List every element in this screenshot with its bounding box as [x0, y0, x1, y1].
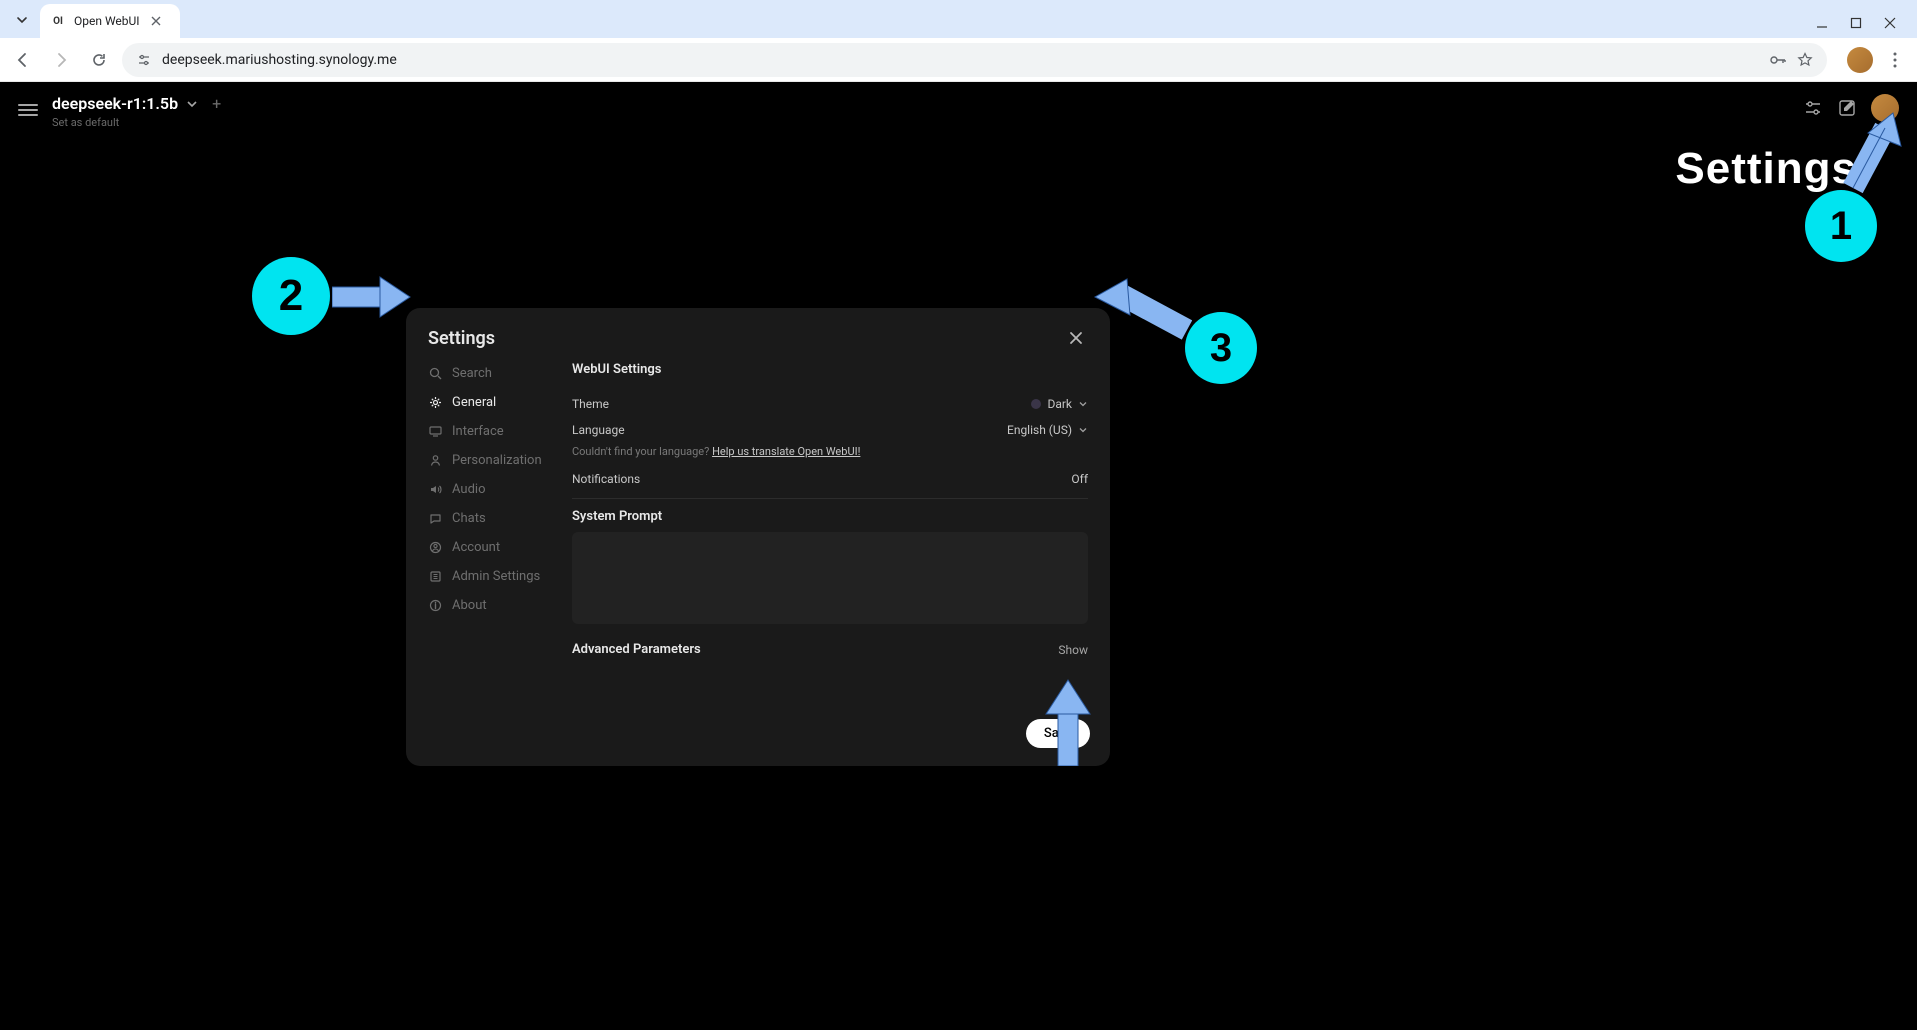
sidebar-toggle-icon[interactable] [18, 100, 38, 120]
model-selector: deepseek-r1:1.5b + Set as default [52, 94, 221, 129]
annotation-badge-3: 3 [1185, 312, 1257, 384]
close-icon[interactable] [1064, 326, 1088, 350]
nav-item-account[interactable]: Account [428, 538, 552, 557]
settings-nav: Search General Interface Personalization… [428, 360, 552, 705]
language-hint: Couldn't find your language? Help us tra… [572, 445, 1088, 458]
speaker-icon [428, 482, 443, 497]
tab-favicon-icon: OI [50, 13, 66, 29]
nav-label: Chats [452, 511, 486, 526]
window-controls [1815, 16, 1909, 38]
advanced-row: Advanced Parameters Show [572, 642, 1088, 657]
controls-icon[interactable] [1803, 98, 1823, 118]
browser-tab-strip: OI Open WebUI [0, 0, 1917, 38]
url-text: deepseek.mariushosting.synology.me [162, 52, 397, 68]
nav-label: Interface [452, 424, 504, 439]
chevron-down-icon [1078, 425, 1088, 435]
theme-selector[interactable]: Dark [1031, 397, 1088, 411]
notifications-value: Off [1071, 472, 1088, 486]
annotation-badge-2: 2 [252, 257, 330, 335]
nav-item-interface[interactable]: Interface [428, 422, 552, 441]
language-selector[interactable]: English (US) [1007, 423, 1088, 437]
setting-theme: Theme Dark [572, 391, 1088, 417]
section-title: WebUI Settings [572, 362, 1088, 377]
translate-link[interactable]: Help us translate Open WebUI! [712, 445, 860, 458]
nav-label: Account [452, 540, 500, 555]
person-icon [428, 453, 443, 468]
annotation-arrow-3 [1092, 275, 1192, 345]
back-button[interactable] [8, 45, 38, 75]
advanced-label: Advanced Parameters [572, 642, 701, 657]
nav-label: Personalization [452, 453, 542, 468]
browser-tab[interactable]: OI Open WebUI [40, 4, 180, 38]
divider [572, 498, 1088, 499]
nav-label: Audio [452, 482, 485, 497]
nav-item-search[interactable]: Search [428, 364, 552, 383]
tab-search-button[interactable] [8, 6, 36, 34]
info-icon [428, 598, 443, 613]
setting-notifications: Notifications Off [572, 466, 1088, 492]
nav-item-admin[interactable]: Admin Settings [428, 567, 552, 586]
chat-icon [428, 511, 443, 526]
language-label: Language [572, 423, 625, 437]
nav-label: General [452, 395, 496, 410]
nav-label: Admin Settings [452, 569, 540, 584]
advanced-show-toggle[interactable]: Show [1058, 643, 1088, 657]
nav-item-personalization[interactable]: Personalization [428, 451, 552, 470]
modal-footer: Save [406, 705, 1110, 766]
nav-item-audio[interactable]: Audio [428, 480, 552, 499]
chrome-profile-avatar[interactable] [1847, 47, 1873, 73]
annotation-arrow-1 [1833, 108, 1903, 198]
nav-item-about[interactable]: About [428, 596, 552, 615]
add-model-icon[interactable]: + [212, 94, 221, 113]
setting-language: Language English (US) [572, 417, 1088, 443]
gear-icon [428, 395, 443, 410]
reload-button[interactable] [84, 45, 114, 75]
url-bar[interactable]: deepseek.mariushosting.synology.me [122, 43, 1827, 77]
annotation-arrow-save [1038, 676, 1098, 766]
app-root: deepseek-r1:1.5b + Set as default Settin… [0, 82, 1917, 1030]
chevron-down-icon[interactable] [186, 98, 198, 110]
annotation-badge-1: 1 [1805, 190, 1877, 262]
model-name[interactable]: deepseek-r1:1.5b [52, 94, 178, 113]
search-icon [428, 366, 443, 381]
account-icon [428, 540, 443, 555]
password-key-icon[interactable] [1769, 52, 1787, 68]
settings-content: WebUI Settings Theme Dark Language Engli… [552, 360, 1110, 705]
browser-toolbar: deepseek.mariushosting.synology.me [0, 38, 1917, 82]
url-actions [1769, 52, 1813, 68]
bookmark-star-icon[interactable] [1797, 52, 1813, 68]
app-header: deepseek-r1:1.5b + Set as default [0, 82, 1917, 141]
maximize-icon[interactable] [1849, 16, 1863, 30]
annotation-arrow-2 [332, 275, 412, 319]
nav-label: About [452, 598, 487, 613]
notifications-label: Notifications [572, 472, 640, 486]
chrome-menu-icon[interactable] [1881, 52, 1909, 68]
nav-item-general[interactable]: General [428, 393, 552, 412]
theme-label: Theme [572, 397, 609, 411]
minimize-icon[interactable] [1815, 16, 1829, 30]
nav-item-chats[interactable]: Chats [428, 509, 552, 528]
modal-title: Settings [428, 328, 495, 349]
monitor-icon [428, 424, 443, 439]
language-value: English (US) [1007, 423, 1072, 437]
forward-button[interactable] [46, 45, 76, 75]
tab-close-icon[interactable] [148, 13, 164, 29]
settings-modal: Settings Search General Interface [406, 308, 1110, 766]
chevron-down-icon [1078, 399, 1088, 409]
nav-label: Search [452, 366, 492, 381]
set-default-link[interactable]: Set as default [52, 116, 221, 129]
modal-body: Search General Interface Personalization… [406, 360, 1110, 705]
language-hint-text: Couldn't find your language? [572, 445, 712, 458]
admin-icon [428, 569, 443, 584]
system-prompt-label: System Prompt [572, 509, 1088, 524]
system-prompt-input[interactable] [572, 532, 1088, 624]
tab-title: Open WebUI [74, 14, 140, 28]
site-tune-icon[interactable] [136, 52, 152, 68]
theme-value: Dark [1047, 397, 1072, 411]
annotation-settings-label: Settings [1675, 144, 1857, 194]
window-close-icon[interactable] [1883, 16, 1897, 30]
modal-header: Settings [406, 308, 1110, 360]
notifications-toggle[interactable]: Off [1071, 472, 1088, 486]
theme-swatch-icon [1031, 399, 1041, 409]
